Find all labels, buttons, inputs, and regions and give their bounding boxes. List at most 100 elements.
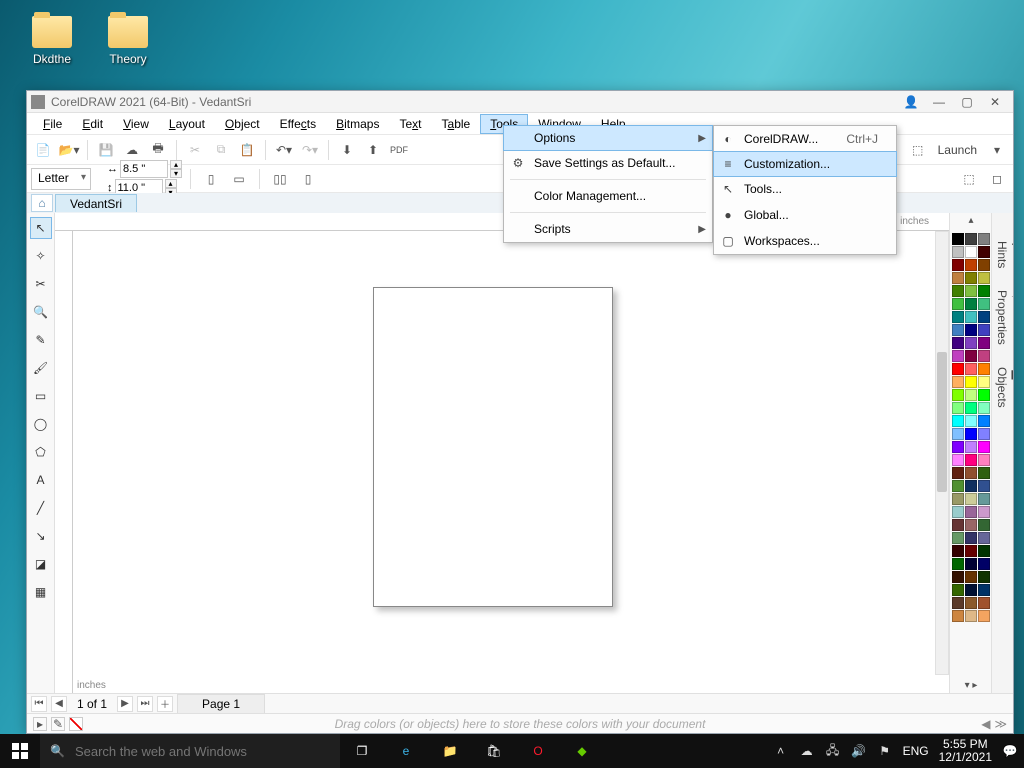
color-swatch[interactable]: [952, 337, 964, 349]
color-swatch[interactable]: [978, 597, 990, 609]
menu-effects[interactable]: Effects: [270, 114, 326, 134]
connector-tool[interactable]: ↘: [30, 525, 52, 547]
publish-pdf-button[interactable]: PDF: [387, 138, 411, 162]
tray-language[interactable]: ENG: [903, 744, 929, 758]
color-swatch[interactable]: [978, 389, 990, 401]
redo-button[interactable]: ↷▾: [298, 138, 322, 162]
tools-color-management[interactable]: Color Management...: [504, 183, 712, 209]
color-swatch[interactable]: [978, 506, 990, 518]
color-swatch[interactable]: [965, 558, 977, 570]
color-swatch[interactable]: [978, 493, 990, 505]
pick-tool[interactable]: ↖: [30, 217, 52, 239]
color-swatch[interactable]: [965, 272, 977, 284]
document-tab[interactable]: VedantSri: [55, 194, 137, 212]
minimize-button[interactable]: —: [925, 93, 953, 111]
search-input[interactable]: [75, 744, 330, 759]
maximize-button[interactable]: ▢: [953, 93, 981, 111]
color-swatch[interactable]: [952, 428, 964, 440]
docker-objects[interactable]: ◧Objects: [992, 361, 1013, 414]
scrollbar-vertical[interactable]: [935, 231, 949, 675]
opera-button[interactable]: O: [516, 734, 560, 768]
import-button[interactable]: ⬇: [335, 138, 359, 162]
color-swatch[interactable]: [978, 454, 990, 466]
color-swatch[interactable]: [965, 519, 977, 531]
options-customization[interactable]: ≡Customization...: [713, 151, 897, 177]
color-swatch[interactable]: [965, 402, 977, 414]
options-tools[interactable]: ↖Tools...: [714, 176, 896, 202]
color-swatch[interactable]: [978, 272, 990, 284]
taskview-button[interactable]: ❐: [340, 734, 384, 768]
crop-tool[interactable]: ✂: [30, 273, 52, 295]
menu-layout[interactable]: Layout: [159, 114, 215, 134]
color-swatch[interactable]: [952, 259, 964, 271]
new-button[interactable]: 📄: [31, 138, 55, 162]
color-swatch[interactable]: [978, 480, 990, 492]
transparency-tool[interactable]: ▦: [30, 581, 52, 603]
taskbar-search[interactable]: 🔍: [40, 734, 340, 768]
paste-button[interactable]: 📋: [235, 138, 259, 162]
snap-button[interactable]: ⬚: [906, 138, 930, 162]
color-swatch[interactable]: [952, 233, 964, 245]
copy-button[interactable]: ⧉: [209, 138, 233, 162]
color-swatch[interactable]: [965, 467, 977, 479]
shape-tool[interactable]: ✧: [30, 245, 52, 267]
paper-size-combo[interactable]: Letter: [31, 168, 91, 190]
tray-onedrive-icon[interactable]: ☁: [799, 743, 815, 759]
print-button[interactable]: 🖶: [146, 138, 170, 162]
color-swatch[interactable]: [978, 337, 990, 349]
desktop-folder-theory[interactable]: Theory: [98, 16, 158, 66]
doc-palette-left-icon[interactable]: ◀: [981, 717, 990, 731]
color-swatch[interactable]: [978, 350, 990, 362]
freehand-tool[interactable]: ✎: [30, 329, 52, 351]
start-button[interactable]: [0, 734, 40, 768]
artistic-media-tool[interactable]: 🖌: [30, 357, 52, 379]
color-swatch[interactable]: [965, 363, 977, 375]
color-swatch[interactable]: [952, 441, 964, 453]
color-swatch[interactable]: [952, 402, 964, 414]
color-swatch[interactable]: [978, 285, 990, 297]
undo-button[interactable]: ↶▾: [272, 138, 296, 162]
color-swatch[interactable]: [978, 415, 990, 427]
no-fill-swatch[interactable]: [69, 717, 83, 731]
menu-edit[interactable]: Edit: [72, 114, 113, 134]
color-swatch[interactable]: [965, 480, 977, 492]
color-swatch[interactable]: [952, 285, 964, 297]
color-swatch[interactable]: [952, 532, 964, 544]
canvas[interactable]: inches: [73, 231, 1013, 693]
color-swatch[interactable]: [978, 233, 990, 245]
color-swatch[interactable]: [965, 506, 977, 518]
docker-hints[interactable]: ?Hints: [992, 235, 1013, 274]
welcome-tab[interactable]: ⌂: [31, 194, 53, 212]
color-swatch[interactable]: [978, 402, 990, 414]
explorer-button[interactable]: 📁: [428, 734, 472, 768]
cloud-button[interactable]: ☁: [120, 138, 144, 162]
tray-network-icon[interactable]: 🖧: [825, 743, 841, 759]
color-swatch[interactable]: [952, 610, 964, 622]
portrait-button[interactable]: ▯: [199, 167, 223, 191]
color-swatch[interactable]: [978, 610, 990, 622]
drop-shadow-tool[interactable]: ◪: [30, 553, 52, 575]
color-swatch[interactable]: [978, 298, 990, 310]
doc-palette-right-icon[interactable]: ≫: [994, 717, 1007, 731]
color-swatch[interactable]: [978, 558, 990, 570]
color-swatch[interactable]: [978, 441, 990, 453]
page-last[interactable]: ⏭: [137, 696, 153, 712]
menu-view[interactable]: View: [113, 114, 159, 134]
close-button[interactable]: ✕: [981, 93, 1009, 111]
color-swatch[interactable]: [952, 597, 964, 609]
tools-scripts[interactable]: Scripts▶: [504, 216, 712, 242]
cut-button[interactable]: ✂: [183, 138, 207, 162]
color-swatch[interactable]: [978, 467, 990, 479]
color-swatch[interactable]: [978, 428, 990, 440]
color-swatch[interactable]: [952, 376, 964, 388]
parallel-dim-tool[interactable]: ╱: [30, 497, 52, 519]
color-swatch[interactable]: [978, 532, 990, 544]
palette-up-icon[interactable]: ▴: [950, 215, 991, 226]
color-swatch[interactable]: [965, 532, 977, 544]
treat-as-filled-button[interactable]: ◻: [985, 167, 1009, 191]
tools-save-settings[interactable]: ⚙Save Settings as Default...: [504, 150, 712, 176]
launch-button[interactable]: Launch: [932, 143, 983, 157]
color-swatch[interactable]: [965, 415, 977, 427]
color-swatch[interactable]: [965, 233, 977, 245]
color-swatch[interactable]: [965, 285, 977, 297]
